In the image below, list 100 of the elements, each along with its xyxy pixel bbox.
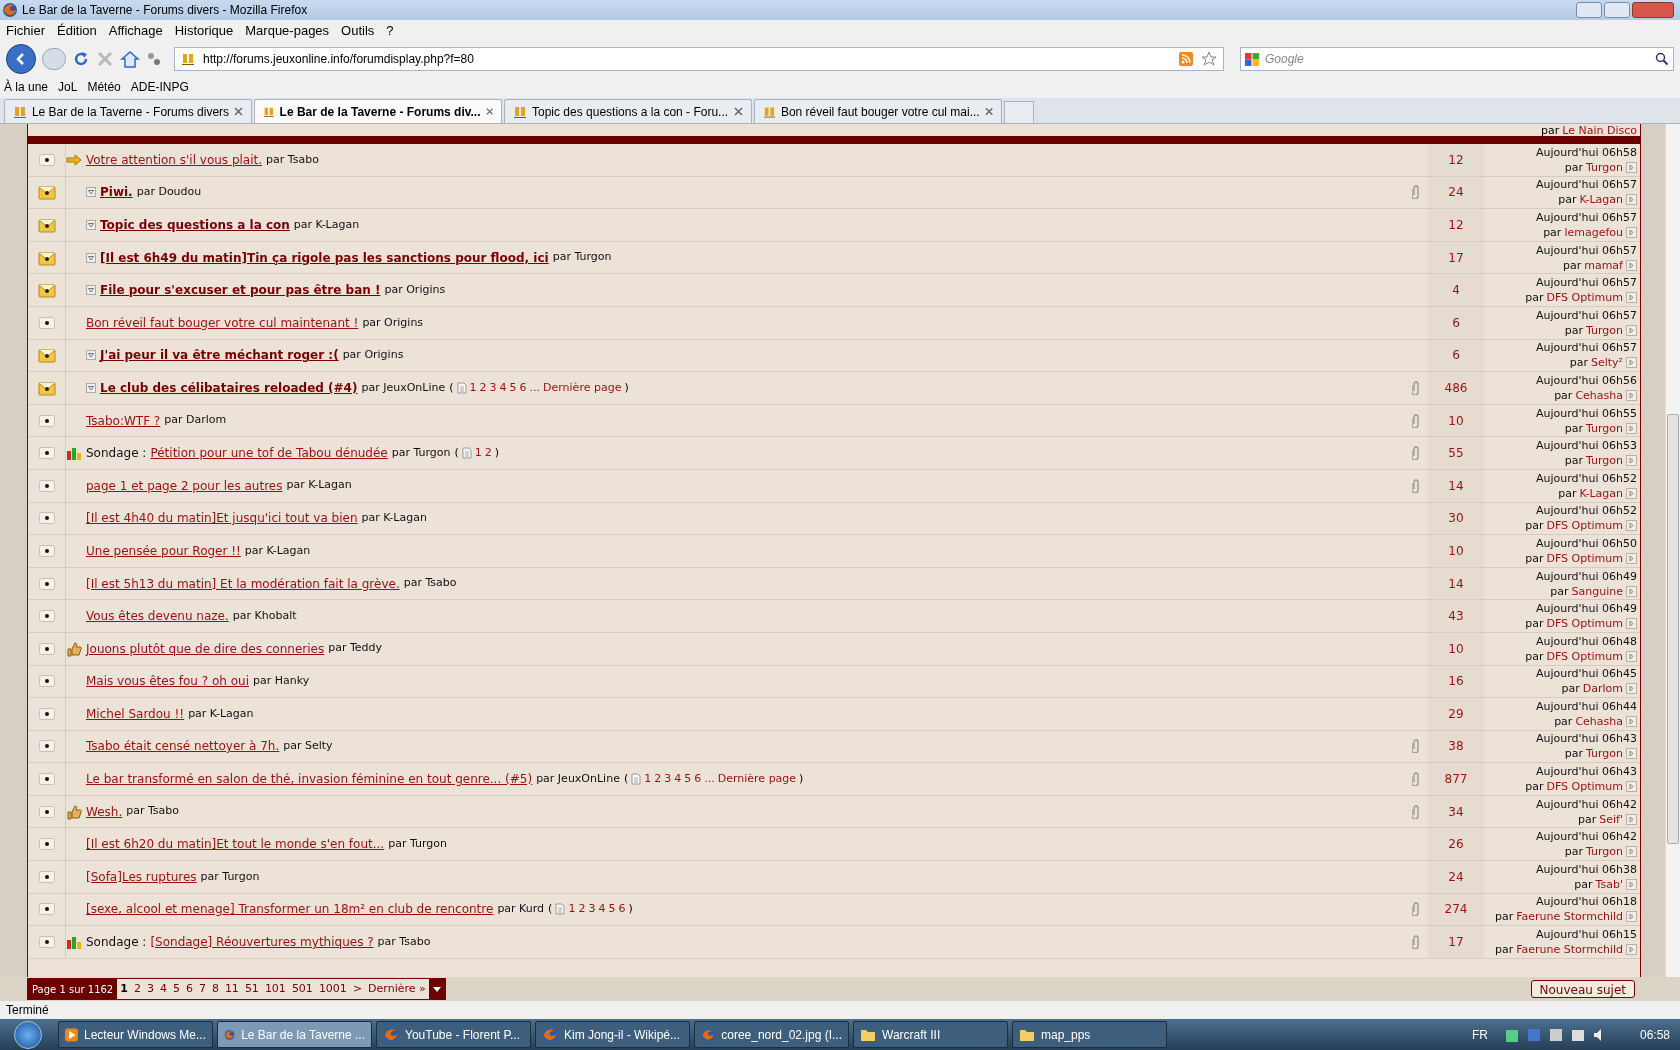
last-poster-link[interactable]: Turgon: [1585, 322, 1623, 338]
go-to-post-icon[interactable]: [1626, 552, 1637, 564]
home-icon[interactable]: [120, 50, 140, 68]
taskbar-button[interactable]: coree_nord_02.jpg (I...: [694, 1021, 849, 1048]
rss-icon[interactable]: [1179, 52, 1193, 66]
page-link[interactable]: 1: [117, 979, 131, 999]
page-link[interactable]: 8: [208, 979, 222, 999]
page-link[interactable]: 3: [143, 979, 157, 999]
topic-link[interactable]: [Sondage] Réouvertures mythiques ?: [150, 933, 374, 952]
bookmark-link[interactable]: ADE-INPG: [130, 78, 189, 96]
menu-item[interactable]: ?: [386, 21, 394, 41]
topic-link[interactable]: [sexe, alcool et menage] Transformer un 18m² en club de rencontre: [86, 900, 494, 919]
page-link[interactable]: Dernière page: [717, 770, 797, 788]
page-link[interactable]: 501: [288, 979, 316, 999]
browser-tab[interactable]: Topic des questions a la con - Foru...: [504, 99, 752, 123]
topic-link[interactable]: Tsabo:WTF ?: [86, 411, 161, 430]
last-poster-link[interactable]: Faerune Stormchild: [1516, 909, 1623, 925]
topic-link[interactable]: Wesh.: [86, 802, 123, 821]
page-link[interactable]: 1: [644, 770, 652, 788]
go-to-post-icon[interactable]: [1626, 748, 1637, 760]
page-link[interactable]: 1: [469, 379, 477, 397]
page-link[interactable]: 1001: [315, 979, 350, 999]
go-to-post-icon[interactable]: [1626, 715, 1637, 727]
page-link[interactable]: 4: [499, 379, 507, 397]
page-link[interactable]: 3: [664, 770, 672, 788]
topic-link[interactable]: page 1 et page 2 pour les autres: [86, 476, 283, 495]
browser-tab[interactable]: Le Bar de la Taverne - Forums divers: [4, 99, 252, 123]
star-icon[interactable]: [1201, 51, 1217, 67]
go-to-post-icon[interactable]: [1626, 324, 1637, 336]
page-link[interactable]: 6: [519, 379, 527, 397]
search-field[interactable]: Google: [1240, 47, 1674, 71]
go-to-post-icon[interactable]: [1626, 357, 1637, 369]
close-button[interactable]: [1632, 2, 1674, 18]
collapse-icon[interactable]: [86, 252, 96, 263]
last-poster-link[interactable]: Le Nain Disco: [1562, 125, 1637, 136]
menu-item[interactable]: Outils: [341, 21, 375, 41]
stop-icon[interactable]: [96, 50, 114, 68]
last-poster-link[interactable]: K-Lagan: [1579, 192, 1623, 208]
new-tab-button[interactable]: [1004, 101, 1034, 123]
go-to-post-icon[interactable]: [1626, 683, 1637, 695]
menu-item[interactable]: Fichier: [6, 21, 45, 41]
last-poster-link[interactable]: Cehasha: [1575, 387, 1623, 403]
go-to-post-icon[interactable]: [1626, 813, 1637, 825]
last-poster-link[interactable]: Sanguine: [1571, 583, 1623, 599]
bookmark-link[interactable]: JoL: [58, 78, 78, 96]
topic-link[interactable]: [Il est 6h20 du matin]Et tout le monde s'en fout...: [86, 835, 385, 854]
collapse-icon[interactable]: [86, 382, 96, 393]
go-to-post-icon[interactable]: [1626, 618, 1637, 630]
topic-link[interactable]: J'ai peur il va être méchant roger :(: [100, 346, 339, 365]
taskbar-button[interactable]: map_pps: [1012, 1021, 1167, 1048]
minimize-button[interactable]: [1576, 2, 1602, 18]
taskbar-button[interactable]: YouTube - Florent P...: [376, 1021, 531, 1048]
close-icon[interactable]: [734, 107, 743, 116]
last-poster-link[interactable]: Turgon: [1585, 159, 1623, 175]
topic-link[interactable]: Pétition pour une tof de Tabou dénudée: [150, 444, 388, 463]
topic-link[interactable]: Tsabo était censé nettoyer à 7h.: [86, 737, 280, 756]
topic-link[interactable]: Mais vous êtes fou ? oh oui: [86, 672, 249, 691]
last-poster-link[interactable]: Turgon: [1585, 746, 1623, 762]
last-poster-link[interactable]: Turgon: [1585, 420, 1623, 436]
page-link[interactable]: 101: [261, 979, 289, 999]
language-indicator[interactable]: FR: [1471, 1025, 1488, 1044]
topic-link[interactable]: Votre attention s'il vous plait.: [86, 150, 263, 169]
topic-link[interactable]: [Il est 6h49 du matin]Tin ça rigole pas les sanctions pour flood, ici: [100, 248, 549, 267]
bookmark-link[interactable]: À la une: [4, 78, 49, 96]
last-poster-link[interactable]: Selty²: [1590, 355, 1623, 371]
go-to-post-icon[interactable]: [1626, 292, 1637, 304]
go-to-post-icon[interactable]: [1626, 487, 1637, 499]
go-to-post-icon[interactable]: [1626, 455, 1637, 467]
page-link[interactable]: 3: [489, 379, 497, 397]
close-icon[interactable]: [984, 107, 993, 116]
scrollbar[interactable]: [1665, 124, 1680, 977]
maximize-button[interactable]: [1604, 2, 1630, 18]
go-to-post-icon[interactable]: [1626, 781, 1637, 793]
topic-link[interactable]: Le bar transformé en salon de thé, invasion féminine en tout genre... (#5): [86, 770, 533, 789]
go-to-post-icon[interactable]: [1626, 422, 1637, 434]
go-to-post-icon[interactable]: [1626, 161, 1637, 173]
browser-tab[interactable]: Bon réveil faut bouger votre cul mai...: [754, 99, 1002, 123]
reload-icon[interactable]: [72, 50, 90, 68]
search-icon[interactable]: [1655, 52, 1669, 66]
last-poster-link[interactable]: Faerune Stormchild: [1516, 942, 1623, 958]
last-poster-link[interactable]: DFS Optimum: [1546, 518, 1623, 534]
collapse-icon[interactable]: [86, 285, 96, 296]
go-to-post-icon[interactable]: [1626, 846, 1637, 858]
last-poster-link[interactable]: DFS Optimum: [1546, 648, 1623, 664]
page-link[interactable]: 4: [598, 901, 606, 918]
go-to-post-icon[interactable]: [1626, 227, 1637, 238]
go-to-post-icon[interactable]: [1626, 911, 1637, 923]
go-to-post-icon[interactable]: [1626, 389, 1637, 401]
page-link[interactable]: 2: [130, 979, 144, 999]
page-link[interactable]: 51: [241, 979, 262, 999]
page-link[interactable]: 1: [568, 901, 576, 918]
last-poster-link[interactable]: Darlom: [1582, 681, 1623, 697]
page-link[interactable]: 5: [509, 379, 517, 397]
back-button[interactable]: [6, 44, 36, 74]
browser-tab[interactable]: Le Bar de la Taverne - Forums div...: [254, 99, 502, 123]
search-input[interactable]: Google: [1265, 50, 1649, 68]
collapse-icon[interactable]: [86, 187, 96, 198]
close-icon[interactable]: [485, 107, 493, 116]
go-to-post-icon[interactable]: [1626, 194, 1637, 206]
menu-item[interactable]: Marque-pages: [245, 21, 330, 41]
